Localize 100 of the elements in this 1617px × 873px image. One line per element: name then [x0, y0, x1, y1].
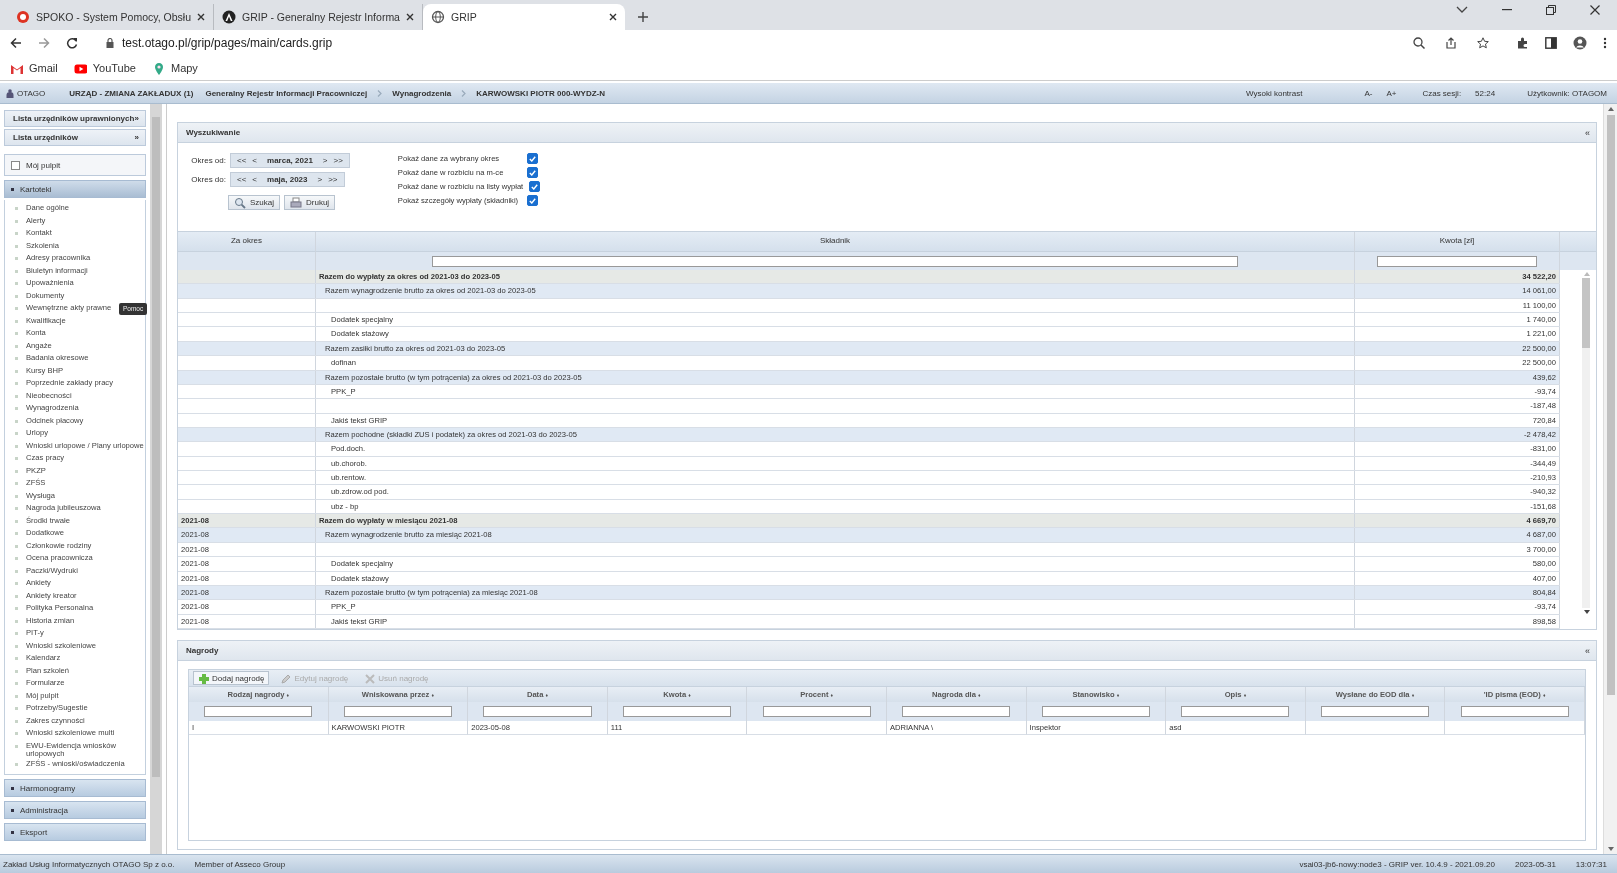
- font-larger-link[interactable]: A+: [1386, 88, 1397, 98]
- last-button[interactable]: >>: [333, 156, 343, 165]
- bookmark-link[interactable]: Mapy: [151, 61, 198, 75]
- toolbar-button[interactable]: Dodaj nagrodę: [193, 671, 270, 685]
- bookmark-link[interactable]: YouTube: [73, 61, 136, 75]
- breadcrumb-link[interactable]: Wynagrodzenia: [392, 88, 452, 98]
- previous-button[interactable]: <: [252, 156, 257, 165]
- checkbox-label[interactable]: Mój pulpit: [26, 160, 61, 170]
- collapse-button[interactable]: «: [1585, 127, 1590, 138]
- checkbox[interactable]: [529, 181, 541, 192]
- down-arrow-icon[interactable]: [1584, 610, 1590, 614]
- plus-icon[interactable]: [636, 11, 649, 23]
- close-icon[interactable]: [405, 13, 414, 21]
- first-button[interactable]: <<: [237, 156, 247, 165]
- bookmark-link[interactable]: Gmail: [10, 61, 58, 75]
- more-icon[interactable]: [1603, 37, 1607, 49]
- checkbox[interactable]: [526, 167, 538, 178]
- version-text: vsai03-jb6-nowy:node3 - GRIP ver. 10.4.9 - 2021.09.20: [1299, 859, 1495, 869]
- next-button[interactable]: >: [317, 175, 323, 184]
- status-time: 13:07:31: [1575, 859, 1607, 869]
- accordion-header[interactable]: Administracja: [4, 801, 146, 819]
- previous-button[interactable]: <: [252, 175, 257, 184]
- column-header[interactable]: Składnik: [316, 232, 1355, 252]
- zoom-icon[interactable]: [1413, 37, 1425, 49]
- forward-arrow-icon[interactable]: [38, 37, 50, 49]
- scrollbar[interactable]: [1603, 104, 1617, 854]
- column-header[interactable]: Kwota [zł]: [1355, 232, 1560, 252]
- logo-text: OTAGO: [17, 88, 46, 98]
- chevron-right-icon: [461, 89, 467, 97]
- panel-title: Wyszukiwanie: [186, 128, 241, 137]
- list-button[interactable]: Lista urzędników uprawnionych»: [4, 110, 146, 127]
- user-name: Użytkownik: OTAGOM: [1527, 88, 1607, 98]
- breadcrumb-link[interactable]: Generalny Rejestr Informacji Pracowniczej: [205, 88, 368, 98]
- browser-tab[interactable]: GRIP: [422, 4, 625, 30]
- restore-icon[interactable]: [1546, 5, 1556, 15]
- globe-icon: [430, 10, 445, 24]
- checkbox[interactable]: [526, 195, 538, 206]
- checkbox[interactable]: [11, 160, 20, 170]
- close-icon[interactable]: [608, 13, 617, 21]
- list-button[interactable]: Lista urzędników »: [4, 129, 146, 146]
- close-icon[interactable]: [197, 13, 205, 21]
- company-name: Zakład Usług Informatycznych OTAGO Sp z o.o.: [3, 859, 175, 869]
- filter-field[interactable]: [902, 706, 1011, 717]
- star-icon[interactable]: [1477, 37, 1489, 49]
- month-value: marca, 2021: [266, 156, 314, 165]
- panel-title: Nagrody: [186, 646, 219, 655]
- search-button[interactable]: Szukaj: [228, 195, 280, 210]
- font-smaller-link[interactable]: A-: [1364, 88, 1373, 98]
- close-icon[interactable]: [1590, 5, 1600, 15]
- search-icon: [234, 196, 246, 209]
- accordion-header[interactable]: Kartoteki: [4, 180, 146, 198]
- status-date: 2023-05-31: [1514, 859, 1556, 869]
- circle-icon: [16, 10, 30, 24]
- puzzle-icon[interactable]: [1517, 37, 1529, 49]
- triangle-icon: [222, 10, 236, 24]
- scrollbar[interactable]: [150, 104, 162, 854]
- filter-field[interactable]: [1181, 706, 1290, 717]
- column-header[interactable]: Za okres: [178, 232, 316, 252]
- contrast-link[interactable]: Wysoki kontrast: [1246, 88, 1303, 98]
- office-name: URZĄD - ZMIANA ZAKŁADUX (1): [69, 88, 194, 98]
- back-arrow-icon[interactable]: [10, 37, 22, 49]
- checkbox[interactable]: [526, 153, 538, 164]
- filter-field[interactable]: [1321, 706, 1430, 717]
- filter-field[interactable]: [483, 706, 592, 717]
- first-button[interactable]: <<: [237, 175, 247, 184]
- last-button[interactable]: >>: [328, 175, 338, 184]
- lock-icon: [106, 38, 114, 48]
- filter-field[interactable]: [343, 706, 452, 717]
- reload-icon[interactable]: [66, 37, 78, 49]
- address-field[interactable]: test.otago.pl/grip/pages/main/cards.grip: [122, 36, 333, 50]
- print-button[interactable]: Drukuj: [284, 195, 336, 210]
- group-name: Member of Asseco Group: [194, 859, 286, 869]
- filter-field[interactable]: [431, 255, 1239, 267]
- breadcrumb-link[interactable]: KARWOWSKI PIOTR 000-WYDZ-N: [476, 88, 605, 98]
- filter-field[interactable]: [204, 706, 313, 717]
- field-label: Okres od:: [190, 156, 226, 165]
- next-button[interactable]: >: [322, 156, 328, 165]
- cross-icon: [364, 672, 376, 684]
- session-time: 52:24: [1475, 88, 1496, 98]
- share-icon[interactable]: [1445, 37, 1457, 49]
- filter-field[interactable]: [1376, 255, 1538, 267]
- filter-field[interactable]: [1460, 706, 1569, 717]
- minimize-icon[interactable]: [1502, 9, 1512, 11]
- filter-field[interactable]: [623, 706, 732, 717]
- up-arrow-icon[interactable]: [1607, 107, 1614, 111]
- plus-icon: [198, 672, 209, 684]
- scrollbar-thumb[interactable]: [1582, 278, 1590, 608]
- month-value: maja, 2023: [266, 175, 309, 184]
- chevron-down-icon[interactable]: [1456, 6, 1468, 14]
- people-icon: [6, 88, 14, 98]
- down-arrow-icon[interactable]: [1607, 847, 1614, 851]
- profile-icon[interactable]: [1573, 36, 1587, 50]
- collapse-button[interactable]: «: [1585, 645, 1590, 656]
- side-panel-icon[interactable]: [1545, 37, 1557, 49]
- session-label: Czas sesji:: [1422, 88, 1462, 98]
- accordion-header[interactable]: Harmonogramy: [4, 779, 146, 797]
- pencil-icon: [280, 672, 292, 684]
- filter-field[interactable]: [762, 706, 871, 717]
- accordion-header[interactable]: Eksport: [4, 823, 146, 841]
- filter-field[interactable]: [1041, 706, 1150, 717]
